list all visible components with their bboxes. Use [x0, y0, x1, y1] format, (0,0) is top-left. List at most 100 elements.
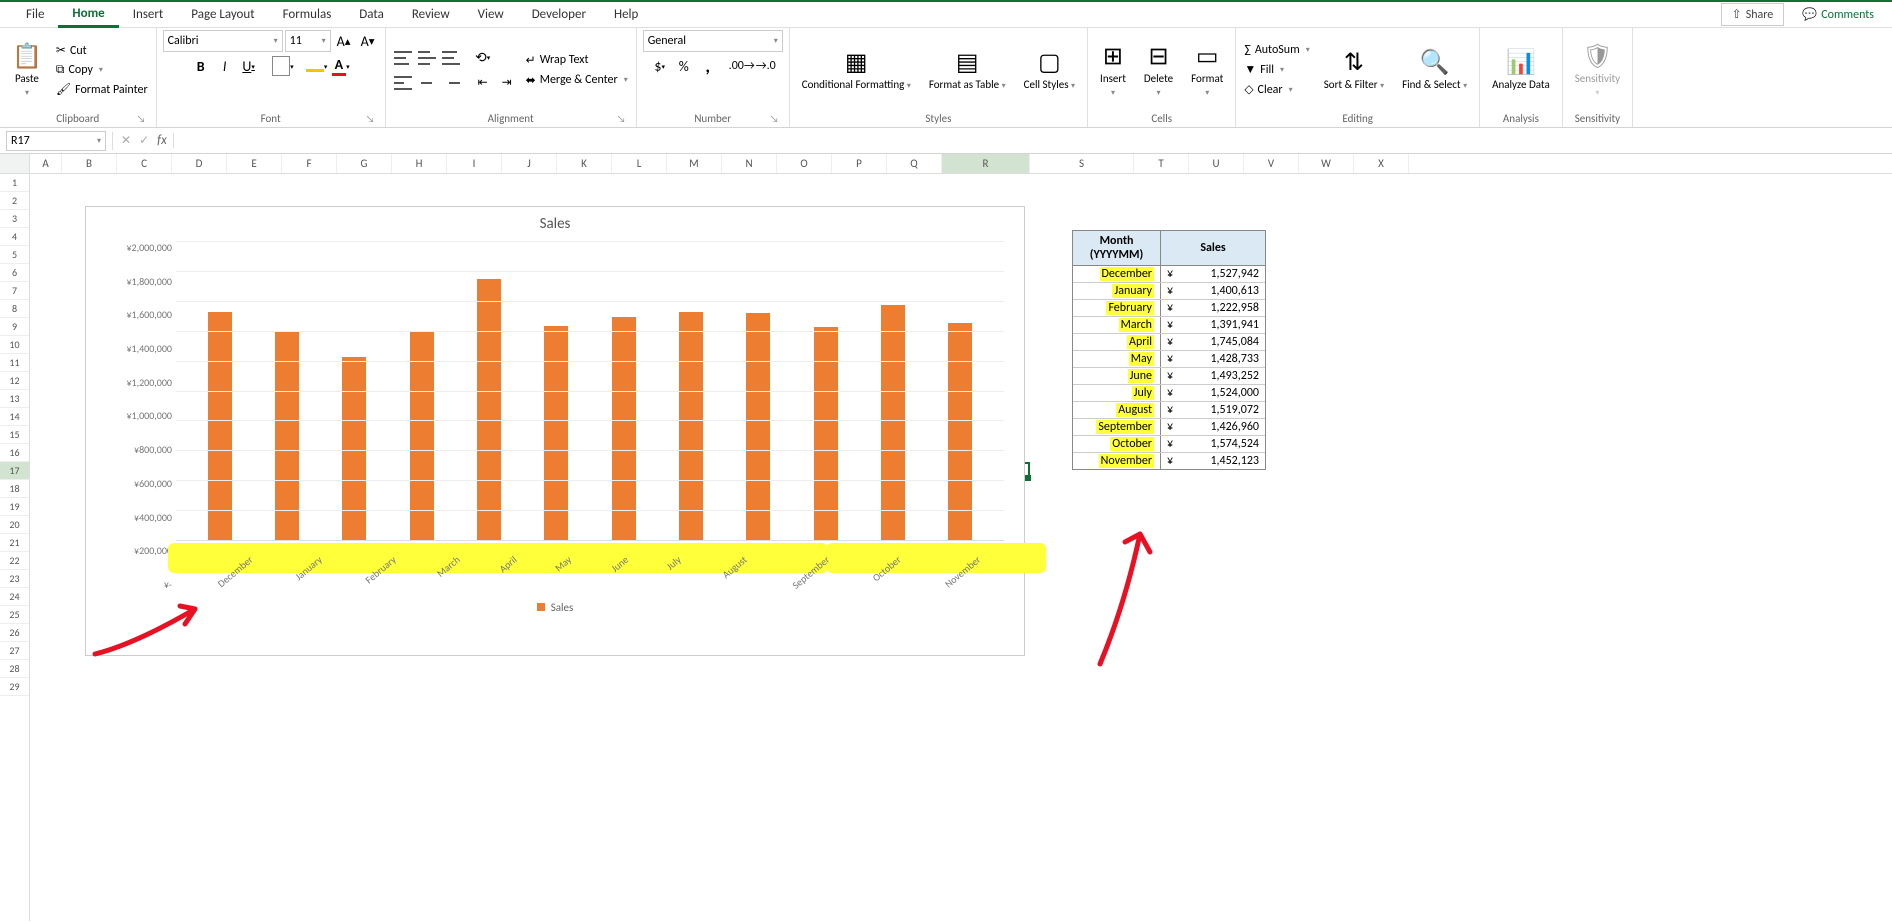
row-header[interactable]: 7 — [0, 282, 29, 300]
chart-bar[interactable] — [275, 331, 299, 540]
row-header[interactable]: 18 — [0, 480, 29, 498]
formula-input[interactable] — [178, 131, 1892, 151]
launcher-icon[interactable]: ↘ — [770, 112, 779, 125]
align-middle-button[interactable] — [416, 47, 438, 69]
table-row[interactable]: February¥1,222,958 — [1073, 300, 1265, 317]
column-header[interactable]: U — [1189, 154, 1244, 173]
tab-page-layout[interactable]: Page Layout — [177, 3, 268, 26]
fill-button[interactable]: ▼Fill▾ — [1242, 61, 1311, 78]
row-header[interactable]: 9 — [0, 318, 29, 336]
tab-help[interactable]: Help — [600, 3, 652, 26]
percent-button[interactable]: % — [673, 55, 695, 77]
sort-filter-button[interactable]: ⇅Sort & Filter ▾ — [1318, 46, 1390, 93]
column-header[interactable]: H — [392, 154, 447, 173]
column-header[interactable]: N — [722, 154, 777, 173]
insert-cells-button[interactable]: ⊞Insert▾ — [1094, 40, 1132, 99]
format-painter-button[interactable]: 🖌Format Painter — [54, 81, 150, 98]
cell-styles-button[interactable]: ▢Cell Styles ▾ — [1018, 46, 1081, 93]
column-header[interactable]: T — [1134, 154, 1189, 173]
font-size-combo[interactable]: 11▾ — [285, 30, 331, 52]
column-header[interactable]: I — [447, 154, 502, 173]
table-row[interactable]: July¥1,524,000 — [1073, 385, 1265, 402]
column-header[interactable]: C — [117, 154, 172, 173]
table-row[interactable]: September¥1,426,960 — [1073, 419, 1265, 436]
row-header[interactable]: 19 — [0, 498, 29, 516]
row-header[interactable]: 10 — [0, 336, 29, 354]
row-header[interactable]: 13 — [0, 390, 29, 408]
column-header[interactable]: M — [667, 154, 722, 173]
column-header[interactable]: P — [832, 154, 887, 173]
column-header[interactable]: Q — [887, 154, 942, 173]
row-header[interactable]: 5 — [0, 246, 29, 264]
align-left-button[interactable] — [392, 72, 414, 94]
share-button[interactable]: ⇧Share — [1721, 3, 1785, 26]
column-header[interactable]: D — [172, 154, 227, 173]
chart-bar[interactable] — [814, 327, 838, 540]
analyze-data-button[interactable]: 📊Analyze Data — [1486, 46, 1556, 93]
row-header[interactable]: 20 — [0, 516, 29, 534]
row-header[interactable]: 27 — [0, 642, 29, 660]
table-row[interactable]: October¥1,574,524 — [1073, 436, 1265, 453]
find-select-button[interactable]: 🔍Find & Select ▾ — [1396, 46, 1473, 93]
row-header[interactable]: 6 — [0, 264, 29, 282]
wrap-text-button[interactable]: ↵Wrap Text — [524, 52, 630, 69]
font-color-button[interactable]: A▾ — [330, 55, 352, 77]
enter-formula-icon[interactable]: ✓ — [139, 133, 149, 148]
align-right-button[interactable] — [440, 72, 462, 94]
table-row[interactable]: December¥1,527,942 — [1073, 266, 1265, 283]
column-header[interactable]: G — [337, 154, 392, 173]
tab-view[interactable]: View — [464, 3, 518, 26]
orientation-button[interactable]: ⟲▾ — [472, 47, 494, 69]
select-all-corner[interactable] — [0, 154, 30, 173]
row-header[interactable]: 28 — [0, 660, 29, 678]
column-header[interactable]: V — [1244, 154, 1299, 173]
tab-home[interactable]: Home — [58, 2, 118, 28]
row-header[interactable]: 22 — [0, 552, 29, 570]
increase-decimal-button[interactable]: .00→ — [731, 55, 753, 77]
paste-button[interactable]: 📋 Paste ▾ — [6, 40, 48, 99]
row-header[interactable]: 14 — [0, 408, 29, 426]
tab-insert[interactable]: Insert — [119, 3, 178, 26]
row-header[interactable]: 11 — [0, 354, 29, 372]
decrease-indent-button[interactable]: ⇤ — [472, 72, 494, 94]
tab-formulas[interactable]: Formulas — [269, 3, 346, 26]
chart-bar[interactable] — [948, 323, 972, 540]
align-center-button[interactable] — [416, 72, 438, 94]
format-as-table-button[interactable]: ▤Format as Table ▾ — [923, 46, 1012, 93]
column-header[interactable]: R — [942, 154, 1030, 173]
borders-button[interactable]: ▾ — [272, 55, 294, 77]
row-header[interactable]: 4 — [0, 228, 29, 246]
chart-bar[interactable] — [679, 312, 703, 540]
row-header[interactable]: 2 — [0, 192, 29, 210]
comma-button[interactable]: , — [697, 55, 719, 77]
fill-handle[interactable] — [1025, 475, 1031, 481]
data-table[interactable]: Month (YYYYMM) Sales December¥1,527,942J… — [1072, 230, 1266, 470]
chart-bar[interactable] — [208, 312, 232, 540]
row-header[interactable]: 17 — [0, 462, 29, 480]
autosum-button[interactable]: ∑AutoSum▾ — [1242, 42, 1311, 58]
row-header[interactable]: 25 — [0, 606, 29, 624]
chart-bar[interactable] — [746, 313, 770, 540]
chart-bar[interactable] — [477, 279, 501, 540]
number-format-combo[interactable]: General▾ — [643, 30, 783, 52]
column-header[interactable]: E — [227, 154, 282, 173]
decrease-decimal-button[interactable]: →.0 — [755, 55, 777, 77]
cancel-formula-icon[interactable]: ✕ — [121, 133, 131, 148]
format-cells-button[interactable]: ▭Format▾ — [1185, 40, 1229, 99]
row-header[interactable]: 3 — [0, 210, 29, 228]
bold-button[interactable]: B — [190, 55, 212, 77]
chart-bar[interactable] — [410, 332, 434, 540]
row-header[interactable]: 21 — [0, 534, 29, 552]
row-header[interactable]: 29 — [0, 678, 29, 696]
table-row[interactable]: January¥1,400,613 — [1073, 283, 1265, 300]
tab-data[interactable]: Data — [345, 3, 398, 26]
row-header[interactable]: 8 — [0, 300, 29, 318]
tab-developer[interactable]: Developer — [518, 3, 600, 26]
row-header[interactable]: 15 — [0, 426, 29, 444]
comments-button[interactable]: 💬Comments — [1792, 3, 1884, 26]
launcher-icon[interactable]: ↘ — [366, 112, 375, 125]
cut-button[interactable]: ✂Cut — [54, 42, 150, 59]
row-header[interactable]: 24 — [0, 588, 29, 606]
row-header[interactable]: 12 — [0, 372, 29, 390]
chart-bar[interactable] — [544, 326, 568, 540]
